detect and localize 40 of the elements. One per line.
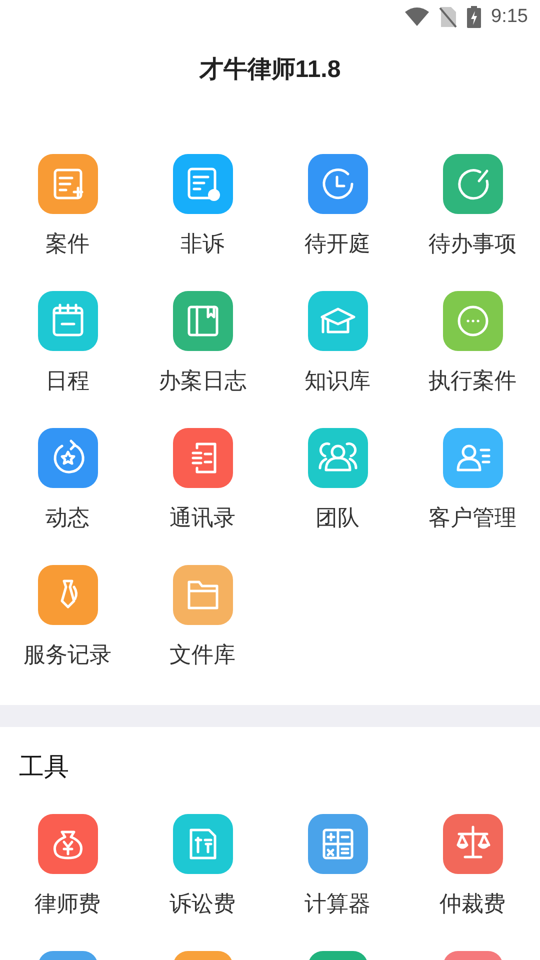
- person-list-icon[interactable]: [442, 428, 502, 488]
- shortcut-label[interactable]: 非诉: [180, 229, 224, 259]
- document-icon[interactable]: [172, 814, 232, 874]
- shortcut-label[interactable]: 计算器: [304, 888, 370, 918]
- shortcut-label[interactable]: 待开庭: [304, 229, 370, 259]
- money-bag-icon[interactable]: [38, 814, 98, 874]
- shortcut-label[interactable]: 诉讼费: [170, 888, 236, 918]
- shortcut-label[interactable]: 执行案件: [428, 366, 516, 396]
- shortcut-label[interactable]: 待办事项: [428, 229, 516, 259]
- clock-icon[interactable]: [308, 154, 368, 214]
- shortcut-label[interactable]: 案件: [46, 229, 90, 259]
- star-refresh-icon[interactable]: [38, 428, 98, 488]
- shortcut-label[interactable]: 文件库: [170, 640, 236, 670]
- graduation-cap-icon[interactable]: [308, 291, 368, 351]
- battery-charging-icon: [467, 6, 482, 28]
- app-title: 才牛律师11.8: [199, 55, 341, 85]
- shortcut-label[interactable]: 动态: [46, 503, 90, 533]
- folder-icon[interactable]: [172, 565, 232, 625]
- shortcut-label[interactable]: 日程: [46, 366, 90, 396]
- shortcut-label[interactable]: 服务记录: [24, 640, 112, 670]
- shortcut-label[interactable]: 知识库: [304, 366, 370, 396]
- scales-icon[interactable]: [442, 814, 502, 874]
- clock-time: 9:15: [491, 4, 528, 29]
- book-icon[interactable]: [172, 291, 232, 351]
- wifi-icon: [405, 7, 430, 27]
- tie-icon[interactable]: [38, 565, 98, 625]
- people-icon[interactable]: [308, 428, 368, 488]
- calendar-icon[interactable]: [38, 291, 98, 351]
- section-title: 工具: [19, 753, 69, 781]
- shortcut-label[interactable]: 仲裁费: [440, 888, 506, 918]
- shortcut-label[interactable]: 律师费: [34, 888, 100, 918]
- shortcut-label[interactable]: 通讯录: [170, 503, 236, 533]
- shortcut-label[interactable]: 办案日志: [158, 366, 246, 396]
- shortcut-label[interactable]: 客户管理: [428, 503, 516, 533]
- document-plus-icon[interactable]: [38, 154, 98, 214]
- calculator-icon[interactable]: [308, 814, 368, 874]
- shortcut-label[interactable]: 团队: [316, 503, 360, 533]
- address-book-icon[interactable]: [172, 428, 232, 488]
- no-sim-icon: [439, 6, 458, 28]
- document-badge-icon[interactable]: [172, 154, 232, 214]
